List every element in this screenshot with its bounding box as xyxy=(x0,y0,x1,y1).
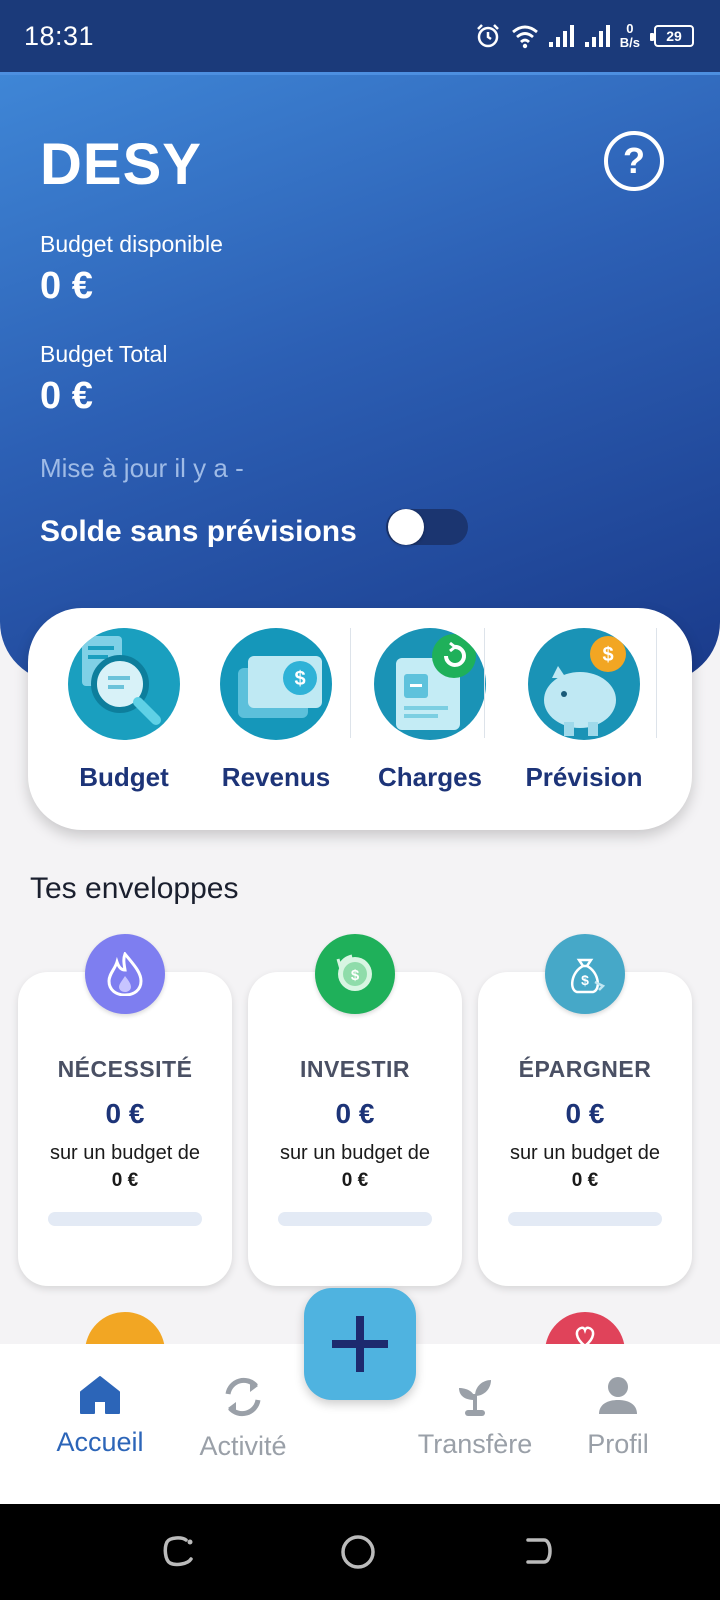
svg-text:$: $ xyxy=(294,668,305,690)
quick-action-label: Revenus xyxy=(221,762,331,792)
toggle-knob xyxy=(388,509,424,545)
sprout-icon xyxy=(459,1380,491,1416)
available-budget-label: Budget disponible xyxy=(40,231,223,257)
envelope-progress-bar xyxy=(278,1212,432,1226)
person-icon xyxy=(599,1377,637,1414)
envelope-card-necessite[interactable]: NÉCESSITÉ 0 € sur un budget de 0 € xyxy=(18,972,232,1286)
money-bag-icon: $ xyxy=(545,934,625,1014)
system-navigation-bar xyxy=(0,1504,720,1600)
envelope-name: INVESTIR xyxy=(299,1056,411,1082)
quick-action-label: Budget xyxy=(79,762,169,792)
quick-actions-card: Budget $ Revenus Charges $ Prévision xyxy=(28,608,692,830)
svg-text:$: $ xyxy=(351,967,360,984)
help-icon: ? xyxy=(623,140,645,181)
nav-label: Profil xyxy=(587,1429,649,1459)
divider xyxy=(656,628,657,738)
nav-item-accueil[interactable]: Accueil xyxy=(52,1374,148,1458)
signal-icon xyxy=(584,25,610,47)
home-icon xyxy=(80,1376,120,1414)
envelope-progress-bar xyxy=(48,1212,202,1226)
quick-action-label: Charges xyxy=(377,762,483,792)
envelope-budget: 0 € xyxy=(571,1170,599,1191)
status-bar: 18:31 0 B/s 29 xyxy=(0,0,720,72)
back-icon[interactable] xyxy=(522,1534,556,1568)
help-button[interactable]: ? xyxy=(604,131,664,191)
status-icons: 0 B/s 29 xyxy=(474,22,694,50)
user-name: DESY xyxy=(40,132,202,197)
add-button[interactable] xyxy=(304,1288,416,1400)
flame-icon xyxy=(85,934,165,1014)
envelope-budget: 0 € xyxy=(111,1170,139,1191)
envelope-name: ÉPARGNER xyxy=(518,1056,652,1082)
nav-label: Activité xyxy=(199,1431,287,1461)
forecast-toggle-label: Solde sans prévisions xyxy=(40,515,357,548)
envelope-amount: 0 € xyxy=(105,1098,145,1129)
budget-search-icon xyxy=(68,628,180,740)
coin-refresh-icon: $ xyxy=(315,934,395,1014)
available-budget-value: 0 € xyxy=(40,265,93,307)
envelopes-title: Tes enveloppes xyxy=(30,872,239,905)
recent-apps-icon[interactable] xyxy=(162,1534,196,1568)
budget-header: DESY ? Budget disponible 0 € Budget Tota… xyxy=(0,72,720,682)
envelope-budget: 0 € xyxy=(341,1170,369,1191)
total-budget-label: Budget Total xyxy=(40,341,168,367)
envelope-subtitle: sur un budget de xyxy=(49,1142,201,1164)
status-time: 18:31 xyxy=(24,20,95,51)
plus-icon xyxy=(332,1316,388,1372)
divider xyxy=(484,628,485,738)
nav-item-activite[interactable]: Activité xyxy=(188,1374,298,1462)
total-budget-value: 0 € xyxy=(40,375,93,417)
battery-icon: 29 xyxy=(650,25,694,47)
nav-label: Transfère xyxy=(417,1429,533,1459)
home-button-icon[interactable] xyxy=(340,1534,376,1570)
charges-document-icon xyxy=(374,628,486,740)
envelope-progress-bar xyxy=(508,1212,662,1226)
svg-text:$: $ xyxy=(581,972,589,988)
forecast-toggle[interactable] xyxy=(386,509,468,545)
net-speed: 0 B/s xyxy=(619,21,640,50)
sync-icon xyxy=(225,1377,261,1417)
quick-action-label: Prévision xyxy=(525,762,643,792)
quick-action-prevision[interactable]: $ Prévision xyxy=(506,628,662,793)
envelope-card-investir[interactable]: INVESTIR 0 € sur un budget de 0 € xyxy=(248,972,462,1286)
piggy-bank-icon: $ xyxy=(528,628,640,740)
envelope-amount: 0 € xyxy=(335,1098,375,1129)
quick-action-revenus[interactable]: $ Revenus xyxy=(198,628,354,793)
envelope-amount: 0 € xyxy=(565,1098,605,1129)
svg-text:$: $ xyxy=(602,644,613,666)
last-update-text: Mise à jour il y a - xyxy=(40,453,244,483)
envelope-name: NÉCESSITÉ xyxy=(57,1056,193,1082)
envelope-subtitle: sur un budget de xyxy=(279,1142,431,1164)
envelope-subtitle: sur un budget de xyxy=(509,1142,661,1164)
wifi-icon xyxy=(511,25,538,49)
nav-item-profil[interactable]: Profil xyxy=(572,1374,664,1460)
nav-item-transfere[interactable]: Transfère xyxy=(410,1374,540,1460)
alarm-icon xyxy=(476,24,499,48)
signal-icon xyxy=(548,25,574,47)
income-money-icon: $ xyxy=(220,628,332,740)
divider xyxy=(350,628,351,738)
nav-label: Accueil xyxy=(56,1427,144,1457)
quick-action-budget[interactable]: Budget xyxy=(46,628,202,793)
envelope-card-epargner[interactable]: ÉPARGNER 0 € sur un budget de 0 € xyxy=(478,972,692,1286)
